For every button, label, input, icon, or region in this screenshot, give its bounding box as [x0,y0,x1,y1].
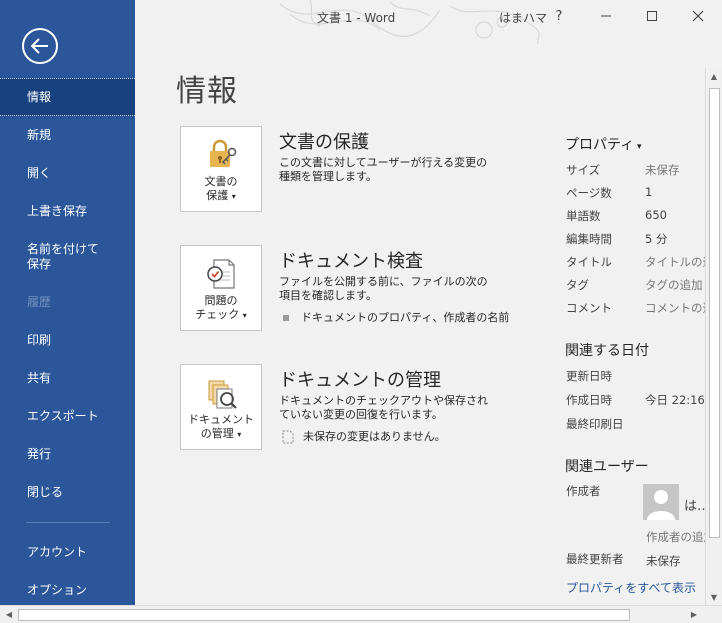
page-title: 情報 [176,74,238,109]
lock-key-icon [210,139,237,167]
manage-description: ドキュメントのチェックアウトや保存されていない変更の回復を行います。 [279,394,488,421]
vertical-scrollbar[interactable]: ▲ ▼ [705,68,722,605]
prop-tags-label: タグ [566,278,589,292]
triangle-right-icon: ▶ [690,609,698,619]
avatar[interactable] [643,484,679,520]
author-name[interactable]: は… [684,495,706,514]
triangle-down-icon: ▼ [710,592,718,602]
scroll-left-button[interactable]: ◀ [1,606,17,622]
sidebar-item-save-as[interactable]: 名前を付けて 保存 [0,242,135,272]
inspect-bullet: ドキュメントのプロパティ、作成者の名前 [283,309,509,325]
prop-edit-time-value: 5 分 [645,232,668,246]
maximize-button[interactable] [637,4,667,28]
vertical-scroll-thumb[interactable] [709,88,720,538]
prop-comments-input[interactable]: コメントの追加 [645,300,705,316]
sidebar-item-new[interactable]: 新規 [0,128,135,143]
check-issues-button[interactable]: 問題の チェック ▾ [180,245,262,331]
manage-versions-icon [208,380,237,409]
protect-document-button[interactable]: 文書の 保護 ▾ [180,126,262,212]
close-icon [692,10,704,22]
prop-pages-value: 1 [645,185,653,199]
horizontal-scroll-thumb[interactable] [18,609,630,621]
dates-heading: 関連する日付 [565,343,649,359]
people-heading: 関連ユーザー [565,459,649,475]
bullet-square-icon [283,315,289,321]
minimize-icon [601,15,611,17]
sidebar-item-publish[interactable]: 発行 [0,447,135,462]
help-button[interactable]: ? [544,4,574,28]
horizontal-scrollbar[interactable]: ◀ ▶ [0,605,722,623]
prop-title-label: タイトル [566,255,612,269]
prop-words-value: 650 [645,208,667,222]
created-date-label: 作成日時 [566,393,612,407]
arrow-left-icon [31,38,48,54]
prop-title-input[interactable]: タイトルの追加 [645,254,705,270]
sidebar-divider [26,522,110,523]
modified-date-label: 更新日時 [566,369,612,383]
protect-heading: 文書の保護 [279,132,369,153]
prop-comments-label: コメント [566,301,612,315]
sidebar-item-account[interactable]: アカウント [0,545,135,560]
inspect-description: ファイルを公開する前に、ファイルの次の項目を確認します。 [279,275,488,302]
sidebar-item-export[interactable]: エクスポート [0,409,135,424]
scroll-right-button[interactable]: ▶ [686,606,702,622]
properties-heading[interactable]: プロパティ ▾ [565,134,642,154]
triangle-left-icon: ◀ [5,609,13,619]
scroll-down-button[interactable]: ▼ [706,589,722,605]
protect-description: この文書に対してユーザーが行える変更の種類を管理します。 [279,156,488,183]
chevron-down-icon: ▾ [231,192,236,201]
chevron-down-icon: ▾ [634,142,642,152]
prop-size-label: サイズ [566,163,601,177]
sidebar-item-share[interactable]: 共有 [0,371,135,386]
sidebar-item-close[interactable]: 閉じる [0,485,135,500]
chevron-down-icon: ▾ [242,311,247,320]
signed-in-user[interactable]: はまハマ [499,9,547,26]
back-button[interactable] [22,28,58,64]
window-title: 文書 1 - Word [317,11,396,25]
author-label: 作成者 [566,484,601,498]
prop-pages-label: ページ数 [566,186,612,200]
inspect-heading: ドキュメント検査 [279,251,423,272]
inspect-document-icon [207,259,235,289]
sidebar-item-options[interactable]: オプション [0,583,135,598]
backstage-sidebar: 情報 新規 開く 上書き保存 名前を付けて 保存 履歴 印刷 共有 エクスポート… [0,0,135,605]
sidebar-item-save[interactable]: 上書き保存 [0,204,135,219]
close-button[interactable] [683,4,713,28]
sidebar-item-open[interactable]: 開く [0,166,135,181]
user-silhouette-icon [647,490,675,520]
prop-size-value: 未保存 [645,163,680,177]
scroll-up-button[interactable]: ▲ [706,68,722,84]
prop-edit-time-label: 編集時間 [566,232,612,246]
prop-words-label: 単語数 [566,209,601,223]
last-modified-by-value: 未保存 [646,554,681,568]
show-all-properties-link[interactable]: プロパティをすべて表示 [566,579,696,596]
sidebar-item-info[interactable]: 情報 [0,78,135,116]
triangle-up-icon: ▲ [710,71,718,81]
printed-date-label: 最終印刷日 [566,417,624,431]
chevron-down-icon: ▾ [237,430,242,439]
created-date-value: 今日 22:16 [645,393,705,407]
sidebar-item-print[interactable]: 印刷 [0,333,135,348]
sidebar-item-history: 履歴 [27,295,52,309]
minimize-button[interactable] [591,4,621,28]
document-dashed-icon [282,430,294,444]
maximize-icon [647,11,657,21]
last-modified-by-label: 最終更新者 [566,552,624,566]
manage-bullet: 未保存の変更はありません。 [281,428,446,444]
add-author-input[interactable]: 作成者の追加 [646,529,706,545]
manage-document-button[interactable]: ドキュメント の管理 ▾ [180,364,262,450]
manage-heading: ドキュメントの管理 [279,370,441,391]
prop-tags-input[interactable]: タグの追加 [645,277,705,293]
